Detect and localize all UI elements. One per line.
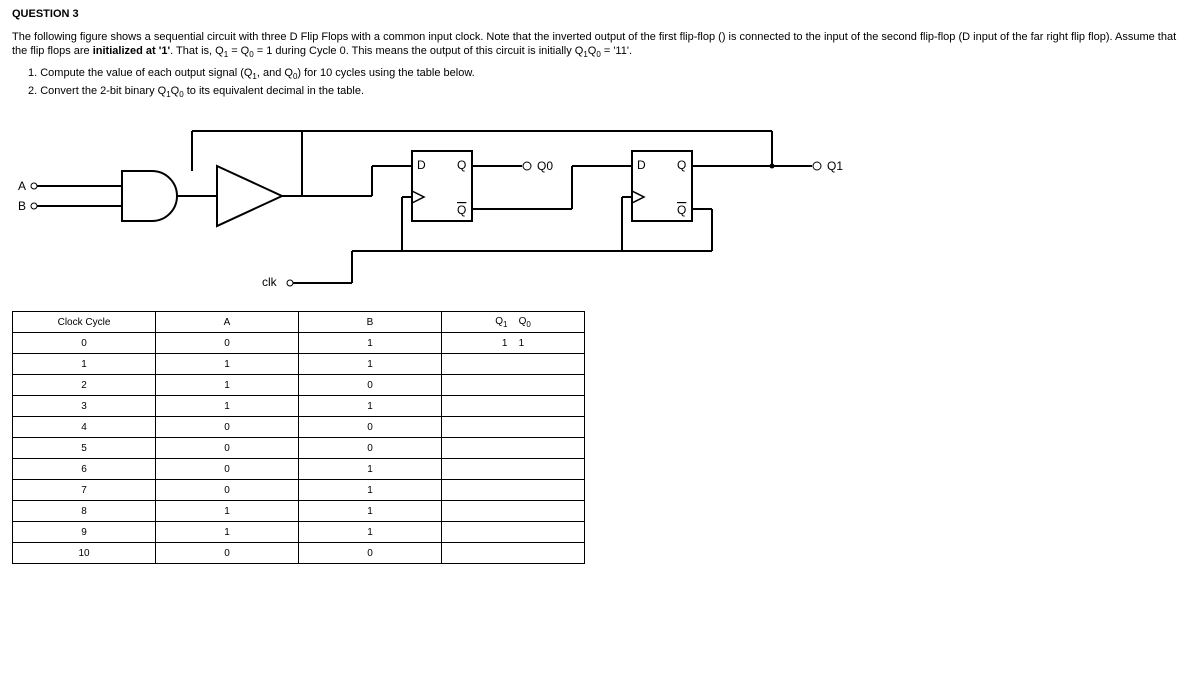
desc-bold: initialized at '1' [93, 45, 170, 57]
table-row: 701 [13, 480, 585, 501]
desc-text: . That is, Q [170, 45, 224, 57]
table-row: 400 [13, 417, 585, 438]
header-a: A [156, 312, 299, 333]
label-q1: Q1 [827, 159, 843, 173]
item-text: to its equivalent decimal in the table. [184, 85, 364, 97]
header-q1q0: Q1 Q0 [442, 312, 585, 333]
label-d: D [417, 158, 426, 172]
list-item-1: 1. Compute the value of each output sign… [28, 67, 1188, 81]
table-row: 500 [13, 438, 585, 459]
label-qbar: Q [457, 203, 466, 217]
truth-table: Clock Cycle A B Q1 Q0 0011 1 111 210 311… [12, 311, 1188, 564]
item-text: Q [171, 85, 180, 97]
question-description: The following figure shows a sequential … [12, 30, 1188, 61]
item-text: , and Q [257, 67, 293, 79]
table-row: 111 [13, 354, 585, 375]
question-title: QUESTION 3 [12, 8, 1188, 20]
label-clk: clk [262, 275, 278, 289]
label-d: D [637, 158, 646, 172]
table-row: 811 [13, 501, 585, 522]
desc-text: = '11'. [601, 45, 632, 57]
header-cycle: Clock Cycle [13, 312, 156, 333]
label-a: A [18, 179, 26, 193]
table-row: 0011 1 [13, 333, 585, 354]
circuit-diagram: A B D Q Q Q0 D Q Q Q1 clk [12, 111, 1188, 311]
table-row: 311 [13, 396, 585, 417]
header-b: B [299, 312, 442, 333]
table-row: 1000 [13, 543, 585, 564]
table-row: 911 [13, 522, 585, 543]
item-text: ) for 10 cycles using the table below. [297, 67, 474, 79]
table-header-row: Clock Cycle A B Q1 Q0 [13, 312, 585, 333]
desc-text: = 1 during Cycle 0. This means the outpu… [254, 45, 584, 57]
label-b: B [18, 199, 26, 213]
desc-text: = Q [228, 45, 249, 57]
item-text: 1. Compute the value of each output sign… [28, 67, 252, 79]
table-row: 210 [13, 375, 585, 396]
label-qbar: Q [677, 203, 686, 217]
table-row: 601 [13, 459, 585, 480]
label-q: Q [677, 158, 686, 172]
label-q0: Q0 [537, 159, 553, 173]
label-q: Q [457, 158, 466, 172]
item-text: 2. Convert the 2-bit binary Q [28, 85, 166, 97]
list-item-2: 2. Convert the 2-bit binary Q1Q0 to its … [28, 85, 1188, 99]
